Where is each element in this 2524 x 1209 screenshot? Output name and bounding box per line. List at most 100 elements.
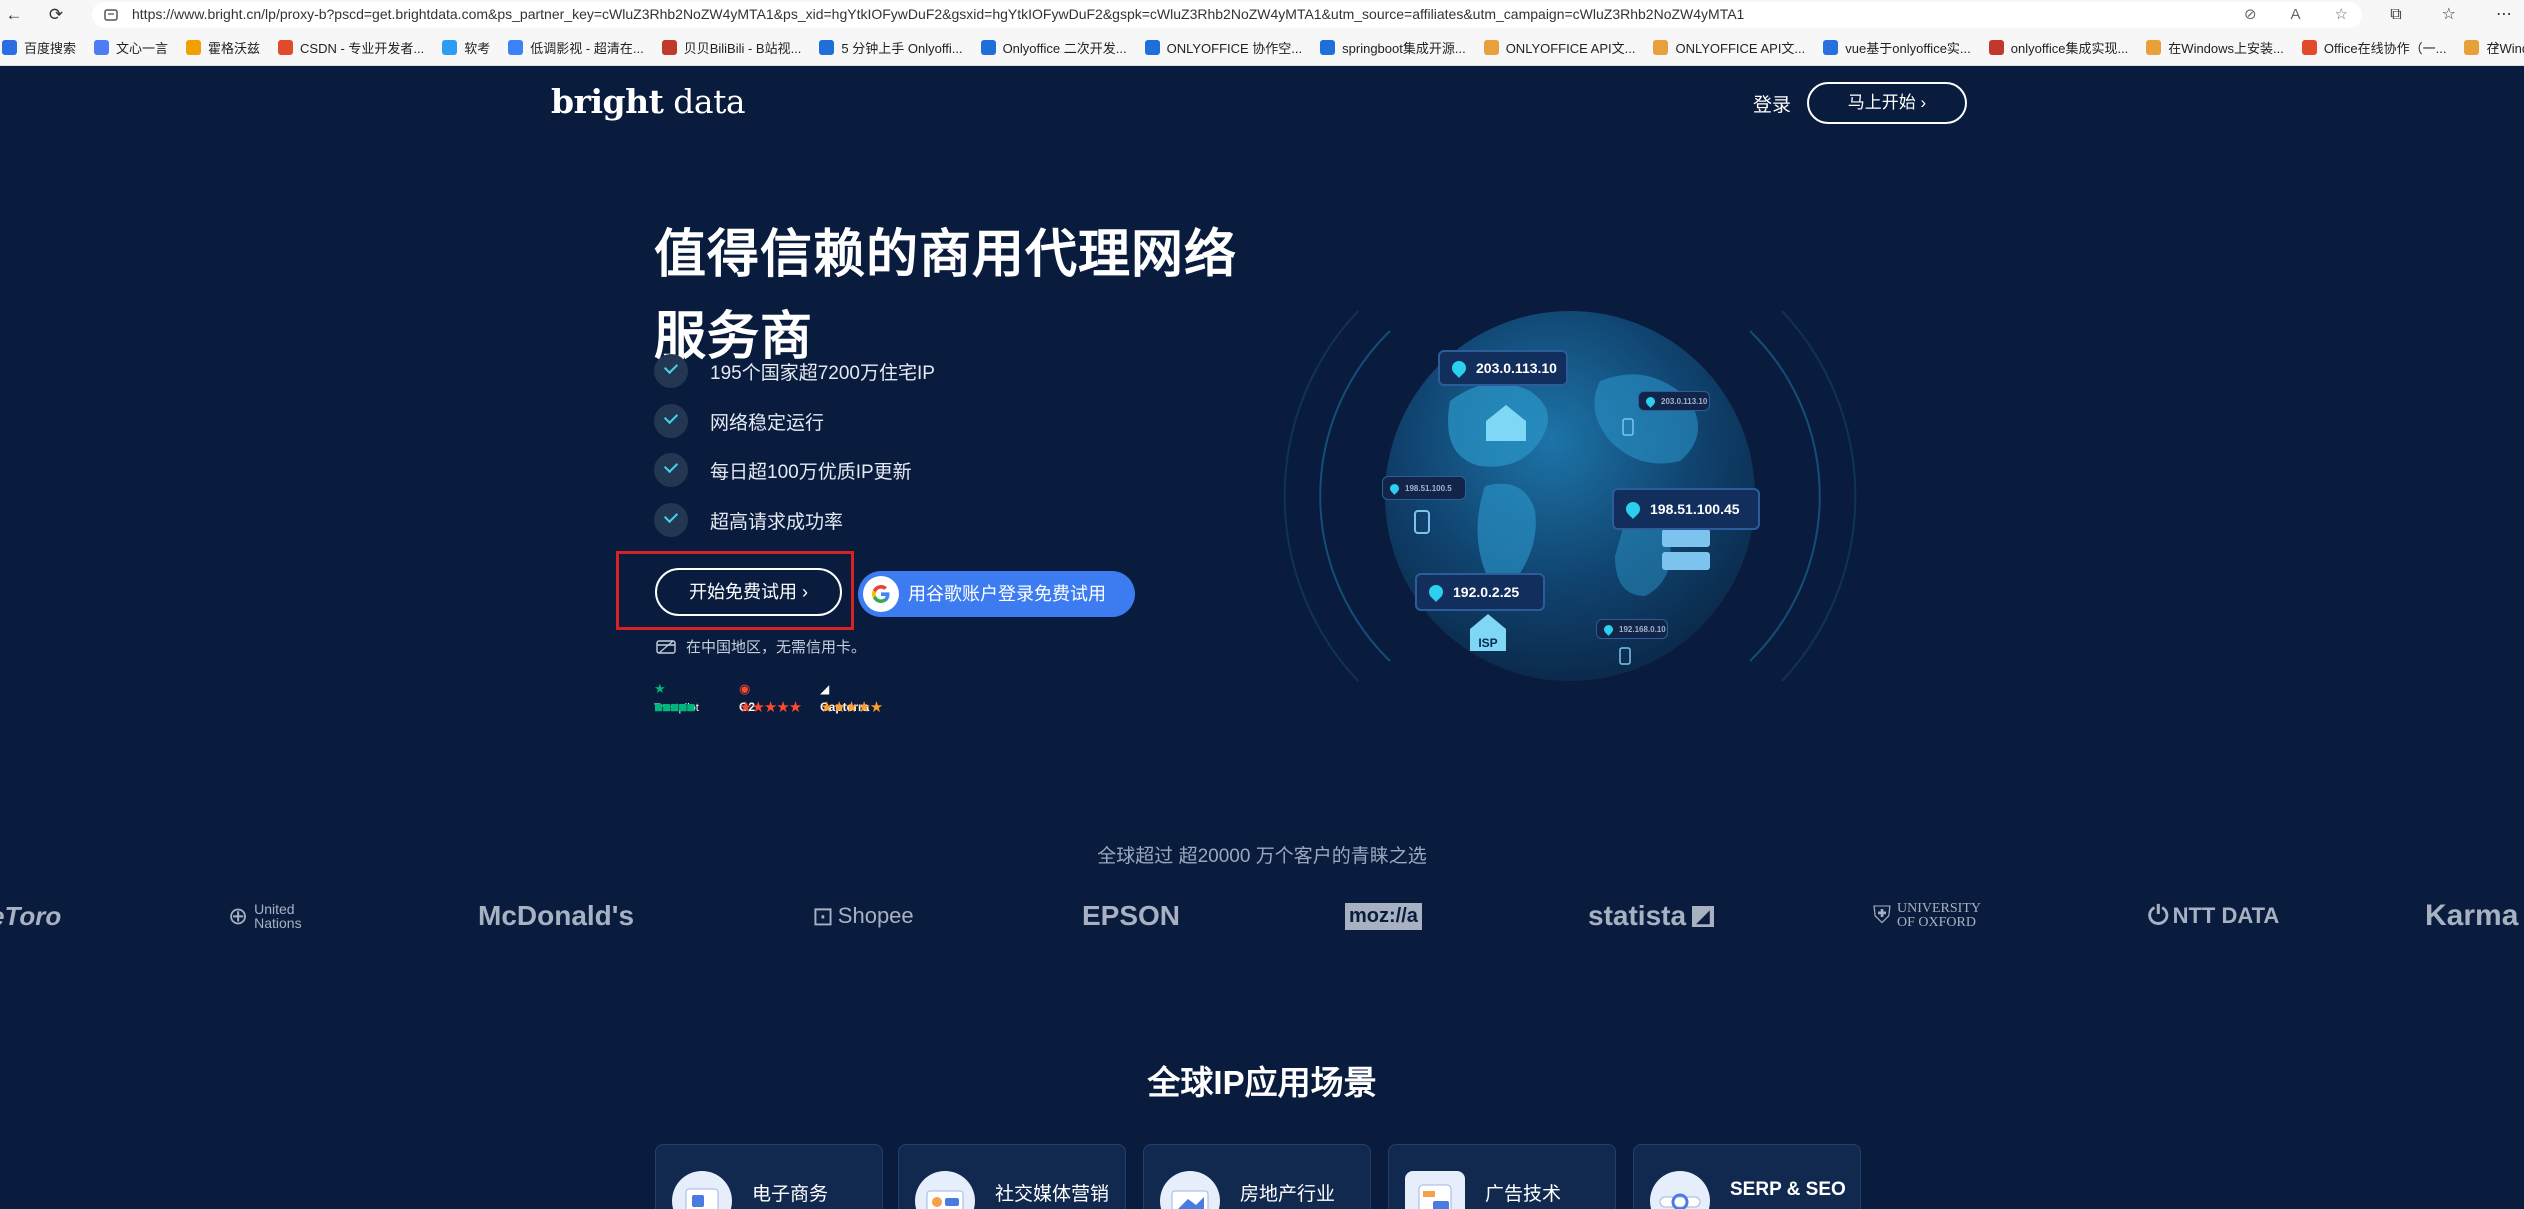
translate-icon[interactable]: ⊘ <box>2244 5 2257 25</box>
bright-data-logo[interactable]: bright data <box>551 82 746 121</box>
bookmark-item[interactable]: 贝贝BiliBili - B站视... <box>661 38 801 57</box>
favorite-star-icon[interactable]: ☆ <box>2335 5 2348 25</box>
shopee-logo: ⊡ Shopee <box>812 886 914 946</box>
ip-tag: 192.0.2.25 <box>1415 573 1545 611</box>
trial-label: 开始免费试用 <box>689 582 797 602</box>
bookmark-item[interactable]: 霍格沃兹 <box>186 38 260 57</box>
location-pin-icon <box>1426 582 1446 602</box>
bookmark-label: vue基于onlyoffice实... <box>1845 41 1971 56</box>
location-pin-icon <box>1388 481 1401 495</box>
shopee-bag-icon: ⊡ <box>812 900 834 931</box>
usecase-card-social-media[interactable]: 社交媒体营销 <box>898 1144 1126 1209</box>
usecase-label: 房地产行业 <box>1240 1184 1336 1205</box>
trustpilot-rating[interactable]: ★ Trustpilot ■■■■■ <box>654 680 699 716</box>
globe-illustration: ISP 203.0.113.10 198.51.100.45 192.0.2.2… <box>1270 271 1870 721</box>
bookmark-item[interactable]: ONLYOFFICE API文... <box>1653 38 1805 57</box>
bookmark-item[interactable]: 低调影视 - 超清在... <box>508 38 644 57</box>
usecase-card-adtech[interactable]: 广告技术 <box>1388 1144 1616 1209</box>
capterra-rating[interactable]: ◢ Capterra ★★★★★ <box>820 680 883 716</box>
back-icon[interactable]: ← <box>2 3 26 27</box>
epson-logo: EPSON <box>1082 886 1180 946</box>
feature-item: 超高请求成功率 <box>654 503 843 537</box>
ntt-data-logo: ⏻ NTT DATA <box>2148 886 2279 946</box>
ip-tag-small: 203.0.113.10 <box>1638 391 1710 411</box>
bookmark-favicon-icon <box>819 40 835 55</box>
real-estate-icon <box>1160 1171 1220 1209</box>
bookmark-item[interactable]: vue基于onlyoffice实... <box>1823 38 1971 57</box>
bookmark-favicon-icon <box>1823 40 1839 55</box>
usecase-card-serp-seo[interactable]: SERP & SEO <box>1633 1144 1861 1209</box>
bookmark-item[interactable]: ONLYOFFICE API文... <box>1483 38 1635 57</box>
brand-name: EPSON <box>1082 900 1181 931</box>
bookmark-item[interactable]: 软考 <box>442 38 490 57</box>
usecase-card-real-estate[interactable]: 房地产行业 <box>1143 1144 1371 1209</box>
ip-text: 192.168.0.10 <box>1619 624 1666 634</box>
usecase-card-ecommerce[interactable]: 电子商务 <box>655 1144 883 1209</box>
ip-text: 192.0.2.25 <box>1453 584 1520 600</box>
read-aloud-icon[interactable]: A <box>2291 5 2301 25</box>
ip-text: 198.51.100.5 <box>1405 483 1452 493</box>
site-info-icon[interactable] <box>102 6 120 24</box>
bookmarks-overflow-icon[interactable]: › <box>2494 36 2514 60</box>
bookmark-favicon-icon <box>508 40 524 55</box>
start-free-trial-button[interactable]: 开始免费试用 › <box>655 568 842 616</box>
feature-text: 每日超100万优质IP更新 <box>710 461 912 483</box>
bookmark-item[interactable]: onlyoffice集成实现... <box>1988 38 2129 57</box>
bookmark-item[interactable]: CSDN - 专业开发者... <box>278 38 424 57</box>
bookmark-item[interactable]: springboot集成开源... <box>1320 38 1466 57</box>
bookmark-label: 低调影视 - 超清在... <box>530 41 644 56</box>
check-icon <box>654 354 688 388</box>
address-bar[interactable]: https://www.bright.cn/lp/proxy-b?pscd=ge… <box>92 2 2362 28</box>
bookmark-label: 文心一言 <box>116 41 169 56</box>
brand-name: McDonald's <box>478 900 635 931</box>
brand-name: United Nations <box>254 901 302 931</box>
brand-name: Karma <box>2425 899 2519 932</box>
statista-logo: statista ◢ <box>1588 886 1714 946</box>
customer-logos-row: eToro ⊕United Nations McDonald's ⊡Shopee… <box>0 886 2524 946</box>
bookmark-item[interactable]: 5 分钟上手 Onlyoffi... <box>819 38 963 57</box>
bookmark-favicon-icon <box>1653 40 1669 55</box>
bookmark-favicon-icon <box>2146 40 2162 55</box>
united-nations-logo: ⊕ United Nations <box>228 886 314 946</box>
bookmark-label: Office在线协作（一... <box>2323 41 2447 56</box>
favorites-icon[interactable]: ☆ <box>2442 3 2456 27</box>
karma-logo: Karma <box>2425 886 2518 946</box>
isp-label: ISP <box>1478 636 1497 650</box>
google-signup-button[interactable]: 用谷歌账户登录免费试用 <box>858 571 1135 617</box>
no-credit-card-note: 在中国地区，无需信用卡。 <box>656 636 866 657</box>
more-menu-icon[interactable]: ⋯ <box>2496 3 2512 27</box>
feature-text: 超高请求成功率 <box>710 511 844 533</box>
bookmark-favicon-icon <box>980 40 996 55</box>
bookmark-favicon-icon <box>2301 40 2317 55</box>
g2-rating[interactable]: ◉ G2 ★★★★★ <box>739 680 802 716</box>
brand-name: eToro <box>0 900 62 931</box>
bookmark-favicon-icon <box>1483 40 1499 55</box>
bookmark-item[interactable]: Onlyoffice 二次开发... <box>980 38 1127 57</box>
bookmark-item[interactable]: 在Windows上安装... <box>2146 38 2284 57</box>
bookmark-label: onlyoffice集成实现... <box>2010 41 2129 56</box>
url-text[interactable]: https://www.bright.cn/lp/proxy-b?pscd=ge… <box>132 6 1744 22</box>
globe-graphic: ISP <box>1283 310 1857 682</box>
location-pin-icon <box>1449 358 1469 378</box>
usecase-label: SERP & SEO <box>1730 1179 1846 1200</box>
ip-tag-small: 192.168.0.10 <box>1596 619 1668 639</box>
feature-item: 网络稳定运行 <box>654 404 824 438</box>
bookmark-favicon-icon <box>94 40 110 55</box>
login-link[interactable]: 登录 <box>1753 90 1791 117</box>
google-signup-label: 用谷歌账户登录免费试用 <box>908 584 1106 604</box>
bookmark-favicon-icon <box>442 40 458 55</box>
oxford-crest-icon: ⛨ <box>1873 902 1891 929</box>
bookmark-item[interactable]: ONLYOFFICE 协作空... <box>1144 38 1302 57</box>
oxford-logo: ⛨ UNIVERSITY OF OXFORD <box>1873 886 1980 946</box>
bookmark-item[interactable]: 文心一言 <box>94 38 168 57</box>
bookmark-item[interactable]: Office在线协作（一... <box>2301 38 2447 57</box>
adtech-icon <box>1405 1171 1465 1209</box>
brand-name: NTT DATA <box>2172 903 2280 928</box>
get-started-button[interactable]: 马上开始 › <box>1807 82 1967 124</box>
bookmark-label: 软考 <box>464 41 491 56</box>
refresh-icon[interactable]: ⟳ <box>44 3 68 27</box>
extensions-icon[interactable]: ⧉ <box>2390 3 2401 27</box>
bookmark-favicon-icon <box>1988 40 2004 55</box>
bookmark-item[interactable]: 百度搜索 <box>2 38 76 57</box>
google-icon <box>863 576 899 612</box>
